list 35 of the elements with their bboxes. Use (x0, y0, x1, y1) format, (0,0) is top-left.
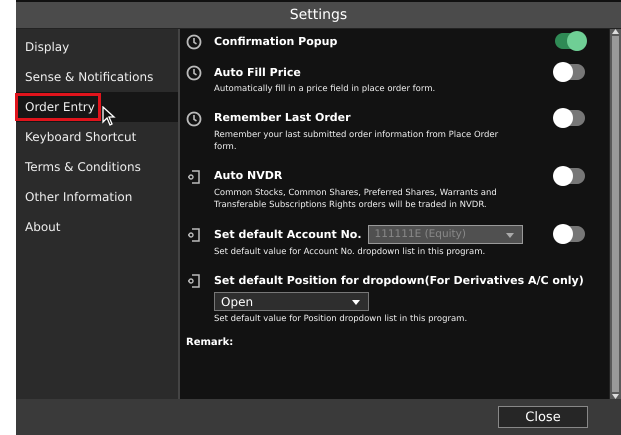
setting-description: Set default value for Account No. dropdown list in this program. (214, 246, 486, 258)
clock-icon (186, 65, 202, 81)
setting-title: Confirmation Popup (214, 34, 338, 48)
dropdown[interactable]: Open (214, 292, 369, 311)
toggle-switch[interactable] (555, 64, 585, 80)
setting-description: Common Stocks, Common Shares, Preferred Shares, Warrants and Transferable Subscriptions Rights orders will be traded in NVDR. (214, 186, 498, 212)
sidebar-item[interactable]: Terms & Conditions (16, 152, 178, 182)
door-icon (186, 226, 202, 242)
setting-description: Set default value for Position dropdown list in this program. (214, 313, 468, 326)
setting-title: Set default Position for dropdown(For Derivatives A/C only) (214, 274, 584, 286)
remark-label: Remark: (186, 338, 234, 346)
sidebar-item[interactable]: Sense & Notifications (16, 62, 178, 92)
sidebar-item[interactable]: Other Information (16, 182, 178, 212)
setting-description: Automatically fill in a price field in place order form. (214, 83, 436, 96)
window-title: Settings (16, 2, 621, 28)
sidebar-item[interactable]: Keyboard Shortcut (16, 122, 178, 152)
sidebar-item[interactable]: Display (16, 32, 178, 62)
clock-icon (186, 34, 202, 50)
toggle-switch[interactable] (555, 33, 585, 49)
setting-title: Auto Fill Price (214, 66, 301, 78)
door-icon (186, 273, 202, 289)
caret-icon (352, 300, 360, 305)
sidebar-item[interactable]: About (16, 212, 178, 242)
setting-title: Auto NVDR (214, 169, 282, 182)
clock-icon (186, 110, 202, 126)
close-button[interactable]: Close (498, 406, 588, 428)
toggle-switch[interactable] (555, 168, 585, 184)
toggle-switch[interactable] (555, 110, 585, 126)
setting-description: Remember your last submitted order information from Place Order form. (214, 128, 500, 154)
setting-title: Set default Account No. (214, 228, 362, 240)
door-icon (186, 168, 202, 184)
setting-title: Remember Last Order (214, 111, 351, 124)
cursor-icon (102, 106, 116, 126)
scrollbar[interactable] (609, 29, 621, 399)
caret-icon (506, 232, 514, 238)
